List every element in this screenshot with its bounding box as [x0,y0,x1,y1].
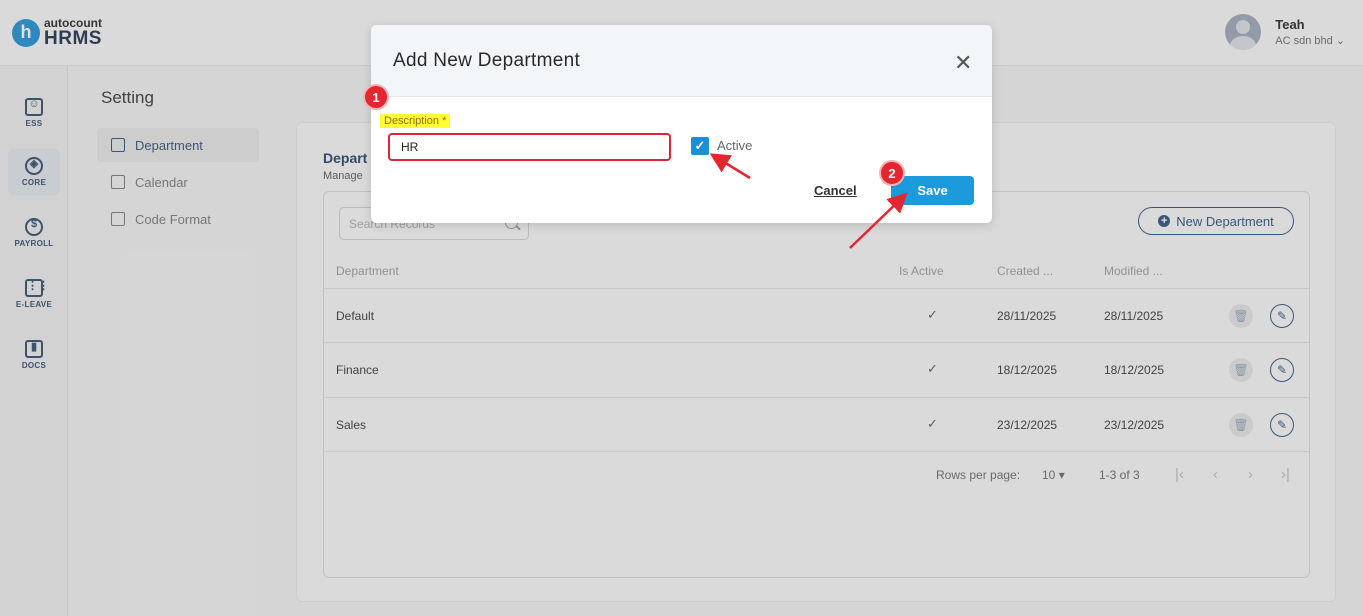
arrow-to-save-button [849,192,908,249]
annotation-arrows [709,153,908,249]
arrow-to-active-checkbox [709,153,751,180]
step-badge-1: 1 [363,84,389,110]
step-badge-2: 2 [879,160,905,186]
